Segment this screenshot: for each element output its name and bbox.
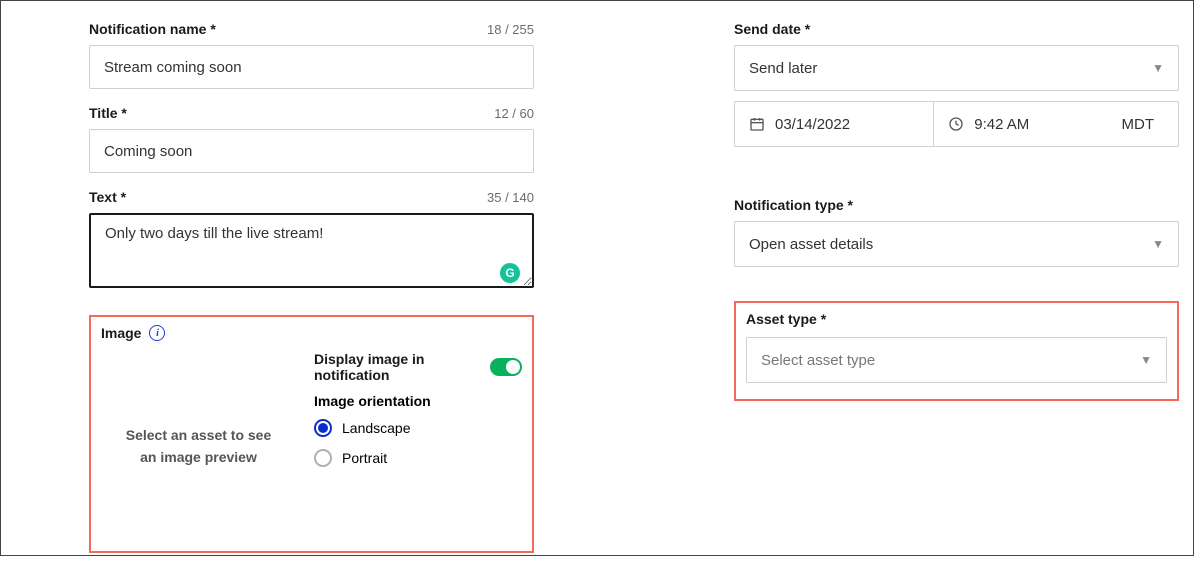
radio-landscape[interactable]: Landscape	[314, 419, 522, 437]
text-textarea[interactable]	[89, 213, 534, 288]
display-image-toggle[interactable]	[490, 358, 522, 376]
asset-type-highlight: Asset type * Select asset type ▼	[734, 301, 1179, 401]
radio-portrait-circle	[314, 449, 332, 467]
text-counter: 35 / 140	[487, 190, 534, 205]
image-section-highlight: Image i Select an asset to see an image …	[89, 315, 534, 553]
send-date-label: Send date *	[734, 21, 810, 37]
notification-name-label: Notification name *	[89, 21, 216, 37]
title-label: Title *	[89, 105, 127, 121]
text-label: Text *	[89, 189, 126, 205]
send-time-input[interactable]: 9:42 AM MDT	[934, 101, 1179, 147]
radio-portrait[interactable]: Portrait	[314, 449, 522, 467]
send-timezone: MDT	[1122, 116, 1165, 133]
image-preview-placeholder: Select an asset to see an image preview	[101, 351, 296, 541]
radio-landscape-circle	[314, 419, 332, 437]
clock-icon	[948, 116, 964, 132]
chevron-down-icon: ▼	[1152, 237, 1164, 251]
grammarly-icon: G	[500, 263, 520, 283]
asset-type-select[interactable]: Select asset type ▼	[746, 337, 1167, 383]
toggle-knob	[506, 360, 520, 374]
notification-type-label: Notification type *	[734, 197, 853, 213]
text-field: Text * 35 / 140 G	[89, 189, 534, 293]
asset-type-placeholder: Select asset type	[761, 352, 875, 369]
send-time-value: 9:42 AM	[974, 116, 1029, 133]
notification-name-input[interactable]	[89, 45, 534, 89]
display-image-toggle-label: Display image in notification	[314, 351, 490, 383]
send-date-field: Send date * Send later ▼ 03/14/2022	[734, 21, 1179, 147]
title-input[interactable]	[89, 129, 534, 173]
send-date-mode-select[interactable]: Send later ▼	[734, 45, 1179, 91]
notification-name-field: Notification name * 18 / 255	[89, 21, 534, 89]
send-date-value: 03/14/2022	[775, 116, 850, 133]
radio-portrait-label: Portrait	[342, 450, 387, 466]
chevron-down-icon: ▼	[1140, 353, 1152, 367]
notification-type-select[interactable]: Open asset details ▼	[734, 221, 1179, 267]
info-icon[interactable]: i	[149, 325, 165, 341]
chevron-down-icon: ▼	[1152, 61, 1164, 75]
image-label: Image	[101, 325, 141, 341]
title-counter: 12 / 60	[494, 106, 534, 121]
calendar-icon	[749, 116, 765, 132]
image-orientation-label: Image orientation	[314, 393, 522, 409]
notification-name-counter: 18 / 255	[487, 22, 534, 37]
notification-type-field: Notification type * Open asset details ▼	[734, 197, 1179, 267]
asset-type-label: Asset type *	[746, 311, 826, 327]
send-date-input[interactable]: 03/14/2022	[734, 101, 934, 147]
radio-landscape-label: Landscape	[342, 420, 411, 436]
title-field: Title * 12 / 60	[89, 105, 534, 173]
send-date-mode-value: Send later	[749, 60, 817, 77]
notification-type-value: Open asset details	[749, 236, 873, 253]
